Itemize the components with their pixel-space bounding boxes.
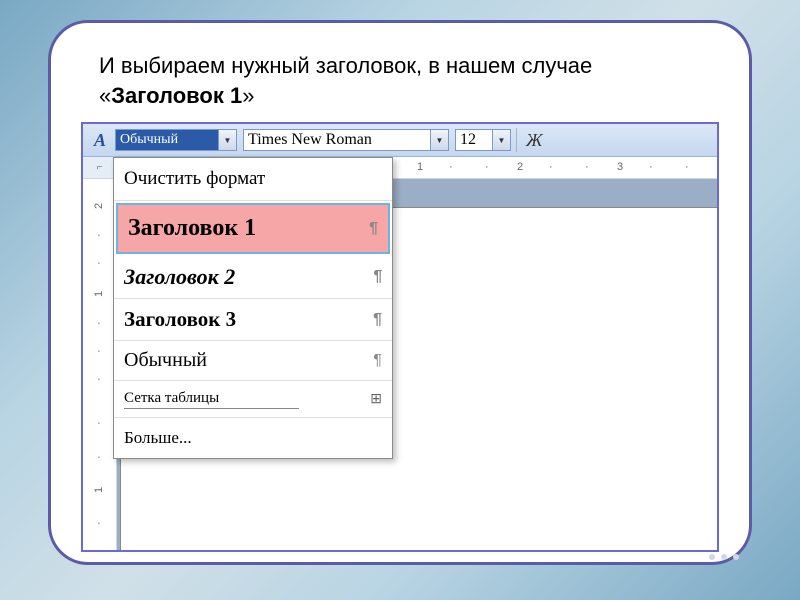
vruler-tick: · [93,378,105,382]
app-screenshot: A ▼ ▼ ▼ Ж ⌐ 1 · · 2 · [81,122,719,552]
font-combo[interactable]: ▼ [243,128,449,152]
slide-footer-dots [709,554,739,560]
style-dropdown: Очистить формат Заголовок 1 ¶ Заголовок … [113,157,393,459]
style-item-heading-2[interactable]: Заголовок 2 ¶ [114,256,392,299]
ruler-tick: · [549,161,553,173]
style-item-label: Заголовок 1 [128,215,256,242]
style-item-heading-1[interactable]: Заголовок 1 ¶ [116,203,390,254]
style-item-heading-3[interactable]: Заголовок 3 ¶ [114,299,392,341]
style-combo-dropdown-button[interactable]: ▼ [219,129,237,151]
style-combo[interactable]: ▼ [115,128,237,152]
vertical-ruler[interactable]: 2 · · 1 · · · · · 1 · [83,179,117,550]
font-combo-input[interactable] [243,129,431,151]
pilcrow-icon: ¶ [373,311,382,329]
formatting-toolbar: A ▼ ▼ ▼ Ж [83,124,717,157]
style-item-label: Сетка таблицы [124,389,299,409]
ruler-tick: 1 [417,161,423,173]
ruler-tick: 2 [517,161,523,173]
vruler-tick: · [93,456,105,460]
ruler-tick: · [449,161,453,173]
style-item-label: Обычный [124,349,207,372]
table-icon: ⊞ [370,391,382,408]
size-combo-dropdown-button[interactable]: ▼ [493,129,511,151]
style-item-normal[interactable]: Обычный ¶ [114,341,392,381]
ruler-tick: · [685,161,689,173]
ruler-tick: · [649,161,653,173]
pilcrow-icon: ¶ [373,352,382,370]
style-item-label: Заголовок 2 [124,264,235,290]
size-combo-input[interactable] [455,129,493,151]
ruler-corner: ⌐ [83,157,117,179]
toolbar-extra-button[interactable]: Ж [522,130,543,151]
ruler-tick: · [585,161,589,173]
style-item-more[interactable]: Больше... [114,418,392,458]
vruler-tick: · [93,262,105,266]
styles-icon[interactable]: A [87,127,113,153]
ruler-tick: · [485,161,489,173]
pilcrow-icon: ¶ [373,268,382,286]
pilcrow-icon: ¶ [369,220,378,238]
toolbar-separator [516,128,517,152]
style-item-table-grid[interactable]: Сетка таблицы ⊞ [114,381,392,418]
vruler-tick: 1 [93,291,105,297]
vruler-tick: · [93,422,105,426]
vruler-tick: 2 [93,203,105,209]
size-combo[interactable]: ▼ [455,128,511,152]
style-item-label: Заголовок 3 [124,307,236,332]
caption-bold: Заголовок 1 [111,83,242,108]
slide-frame: И выбираем нужный заголовок, в нашем слу… [48,20,752,565]
style-item-label: Очистить формат [124,168,265,190]
vruler-tick: · [93,234,105,238]
vruler-tick: · [93,322,105,326]
style-combo-input[interactable] [115,129,219,151]
vruler-tick: 1 [93,487,105,493]
vruler-tick: · [93,522,105,526]
ruler-tick: 3 [617,161,623,173]
style-item-label: Больше... [124,428,192,448]
caption-text: И выбираем нужный заголовок, в нашем слу… [75,51,725,122]
caption-suffix: » [242,83,254,108]
style-item-clear-format[interactable]: Очистить формат [114,158,392,201]
font-combo-dropdown-button[interactable]: ▼ [431,129,449,151]
vruler-tick: · [93,350,105,354]
